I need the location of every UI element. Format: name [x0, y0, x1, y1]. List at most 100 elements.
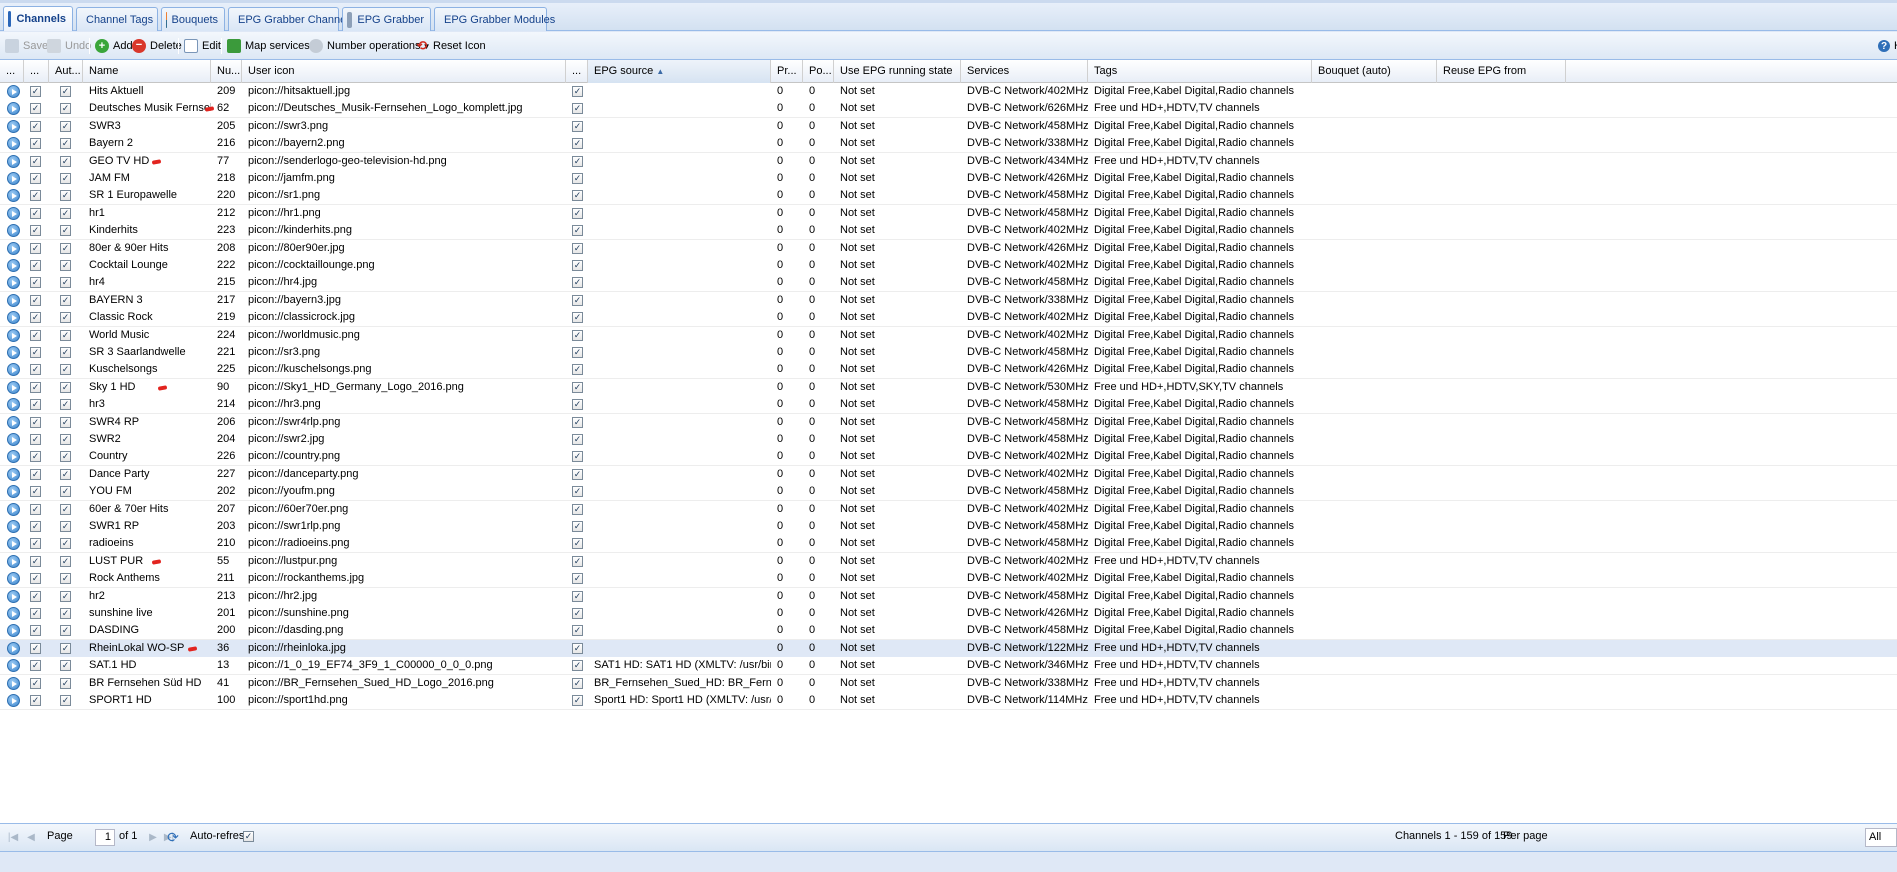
enabled-checkbox[interactable] [30, 521, 41, 532]
enabled-checkbox[interactable] [30, 399, 41, 410]
user-icon-value[interactable]: picon://rockanthems.jpg [242, 570, 566, 587]
autoname-checkbox[interactable] [60, 190, 71, 201]
epg-auto-checkbox[interactable] [572, 399, 583, 410]
reuse-epg-value[interactable] [1437, 396, 1566, 413]
user-icon-value[interactable]: picon://60er70er.png [242, 501, 566, 518]
table-row[interactable]: World Music224picon://worldmusic.png00No… [0, 327, 1897, 345]
bouquet-value[interactable] [1312, 257, 1437, 274]
priority-value[interactable]: 0 [771, 100, 803, 117]
epg-auto-checkbox[interactable] [572, 295, 583, 306]
table-row[interactable]: GEO TV HD77picon://senderlogo-geo-televi… [0, 153, 1897, 171]
epg-source-value[interactable] [588, 205, 771, 222]
services-value[interactable]: DVB-C Network/346MHz/S... [961, 657, 1088, 674]
table-row[interactable]: DASDING200picon://dasding.png00Not setDV… [0, 622, 1897, 640]
table-row[interactable]: SWR2204picon://swr2.jpg00Not setDVB-C Ne… [0, 431, 1897, 449]
epg-running-value[interactable]: Not set [834, 100, 961, 117]
enabled-checkbox[interactable] [30, 103, 41, 114]
reuse-epg-value[interactable] [1437, 692, 1566, 709]
priority-value[interactable]: 0 [771, 222, 803, 239]
channel-name[interactable]: SWR4 RP [83, 414, 211, 431]
column-header-autoname[interactable]: Aut... [49, 60, 83, 83]
channel-number[interactable]: 215 [211, 274, 242, 291]
tab-bouquets[interactable]: Bouquets [161, 7, 225, 31]
epg-running-value[interactable]: Not set [834, 292, 961, 309]
epg-source-value[interactable] [588, 344, 771, 361]
services-value[interactable]: DVB-C Network/402MHz/H... [961, 83, 1088, 100]
table-row[interactable]: Classic Rock219picon://classicrock.jpg 00… [0, 309, 1897, 327]
post-value[interactable]: 0 [803, 274, 834, 291]
tags-value[interactable]: Digital Free,Kabel Digital,Radio channel… [1088, 431, 1312, 448]
tab-epg-grabber[interactable]: EPG Grabber [342, 7, 431, 31]
channel-name[interactable]: hr3 [83, 396, 211, 413]
autoname-checkbox[interactable] [60, 643, 71, 654]
autoname-checkbox[interactable] [60, 417, 71, 428]
epg-source-value[interactable] [588, 605, 771, 622]
bouquet-value[interactable] [1312, 431, 1437, 448]
play-icon[interactable] [7, 155, 20, 168]
channel-name[interactable]: BAYERN 3 [83, 292, 211, 309]
enabled-checkbox[interactable] [30, 225, 41, 236]
channel-number[interactable]: 100 [211, 692, 242, 709]
play-icon[interactable] [7, 416, 20, 429]
services-value[interactable]: DVB-C Network/458MHz/S... [961, 344, 1088, 361]
post-value[interactable]: 0 [803, 518, 834, 535]
epg-source-value[interactable] [588, 588, 771, 605]
epg-running-value[interactable]: Not set [834, 170, 961, 187]
table-row[interactable]: SR 1 Europawelle220picon://sr1.png00Not … [0, 187, 1897, 205]
table-row[interactable]: hr1212picon://hr1.png00Not setDVB-C Netw… [0, 205, 1897, 223]
autoname-checkbox[interactable] [60, 608, 71, 619]
table-row[interactable]: SWR4 RP206picon://swr4rlp.png00Not setDV… [0, 414, 1897, 432]
services-value[interactable]: DVB-C Network/338MHz/B... [961, 135, 1088, 152]
tags-value[interactable]: Digital Free,Kabel Digital,Radio channel… [1088, 396, 1312, 413]
post-value[interactable]: 0 [803, 309, 834, 326]
post-value[interactable]: 0 [803, 622, 834, 639]
epg-running-value[interactable]: Not set [834, 501, 961, 518]
column-header-epg-running[interactable]: Use EPG running state [834, 60, 961, 83]
bouquet-value[interactable] [1312, 640, 1437, 657]
channel-number[interactable]: 211 [211, 570, 242, 587]
user-icon-value[interactable]: picon://country.png [242, 448, 566, 465]
epg-source-value[interactable] [588, 153, 771, 170]
table-row[interactable]: hr2213picon://hr2.jpg00Not setDVB-C Netw… [0, 588, 1897, 606]
epg-auto-checkbox[interactable] [572, 486, 583, 497]
user-icon-value[interactable]: picon://swr2.jpg [242, 431, 566, 448]
user-icon-value[interactable]: picon://sr1.png [242, 187, 566, 204]
reuse-epg-value[interactable] [1437, 83, 1566, 100]
epg-source-value[interactable] [588, 622, 771, 639]
channel-name[interactable]: LUST PUR [83, 553, 211, 570]
column-header-number[interactable]: Nu... [211, 60, 242, 83]
epg-running-value[interactable]: Not set [834, 657, 961, 674]
autoname-checkbox[interactable] [60, 347, 71, 358]
reuse-epg-value[interactable] [1437, 292, 1566, 309]
autoname-checkbox[interactable] [60, 243, 71, 254]
play-icon[interactable] [7, 642, 20, 655]
channel-name[interactable]: SR 1 Europawelle [83, 187, 211, 204]
bouquet-value[interactable] [1312, 466, 1437, 483]
bouquet-value[interactable] [1312, 535, 1437, 552]
epg-source-value[interactable] [588, 518, 771, 535]
epg-running-value[interactable]: Not set [834, 466, 961, 483]
epg-auto-checkbox[interactable] [572, 660, 583, 671]
reuse-epg-value[interactable] [1437, 640, 1566, 657]
epg-source-value[interactable] [588, 640, 771, 657]
epg-running-value[interactable]: Not set [834, 379, 961, 396]
bouquet-value[interactable] [1312, 327, 1437, 344]
reuse-epg-value[interactable] [1437, 431, 1566, 448]
tags-value[interactable]: Free und HD+,HDTV,TV channels [1088, 657, 1312, 674]
post-value[interactable]: 0 [803, 135, 834, 152]
post-value[interactable]: 0 [803, 657, 834, 674]
reuse-epg-value[interactable] [1437, 118, 1566, 135]
epg-running-value[interactable]: Not set [834, 309, 961, 326]
post-value[interactable]: 0 [803, 483, 834, 500]
tags-value[interactable]: Digital Free,Kabel Digital,Radio channel… [1088, 622, 1312, 639]
channel-name[interactable]: radioeins [83, 535, 211, 552]
table-row[interactable]: Hits Aktuell209picon://hitsaktuell.jpg 00… [0, 83, 1897, 101]
channel-name[interactable]: BR Fernsehen Süd HD [83, 675, 211, 692]
priority-value[interactable]: 0 [771, 205, 803, 222]
post-value[interactable]: 0 [803, 83, 834, 100]
tags-value[interactable]: Free und HD+,HDTV,TV channels [1088, 692, 1312, 709]
services-value[interactable]: DVB-C Network/458MHz/D... [961, 622, 1088, 639]
reuse-epg-value[interactable] [1437, 170, 1566, 187]
bouquet-value[interactable] [1312, 205, 1437, 222]
tags-value[interactable]: Free und HD+,HDTV,TV channels [1088, 153, 1312, 170]
